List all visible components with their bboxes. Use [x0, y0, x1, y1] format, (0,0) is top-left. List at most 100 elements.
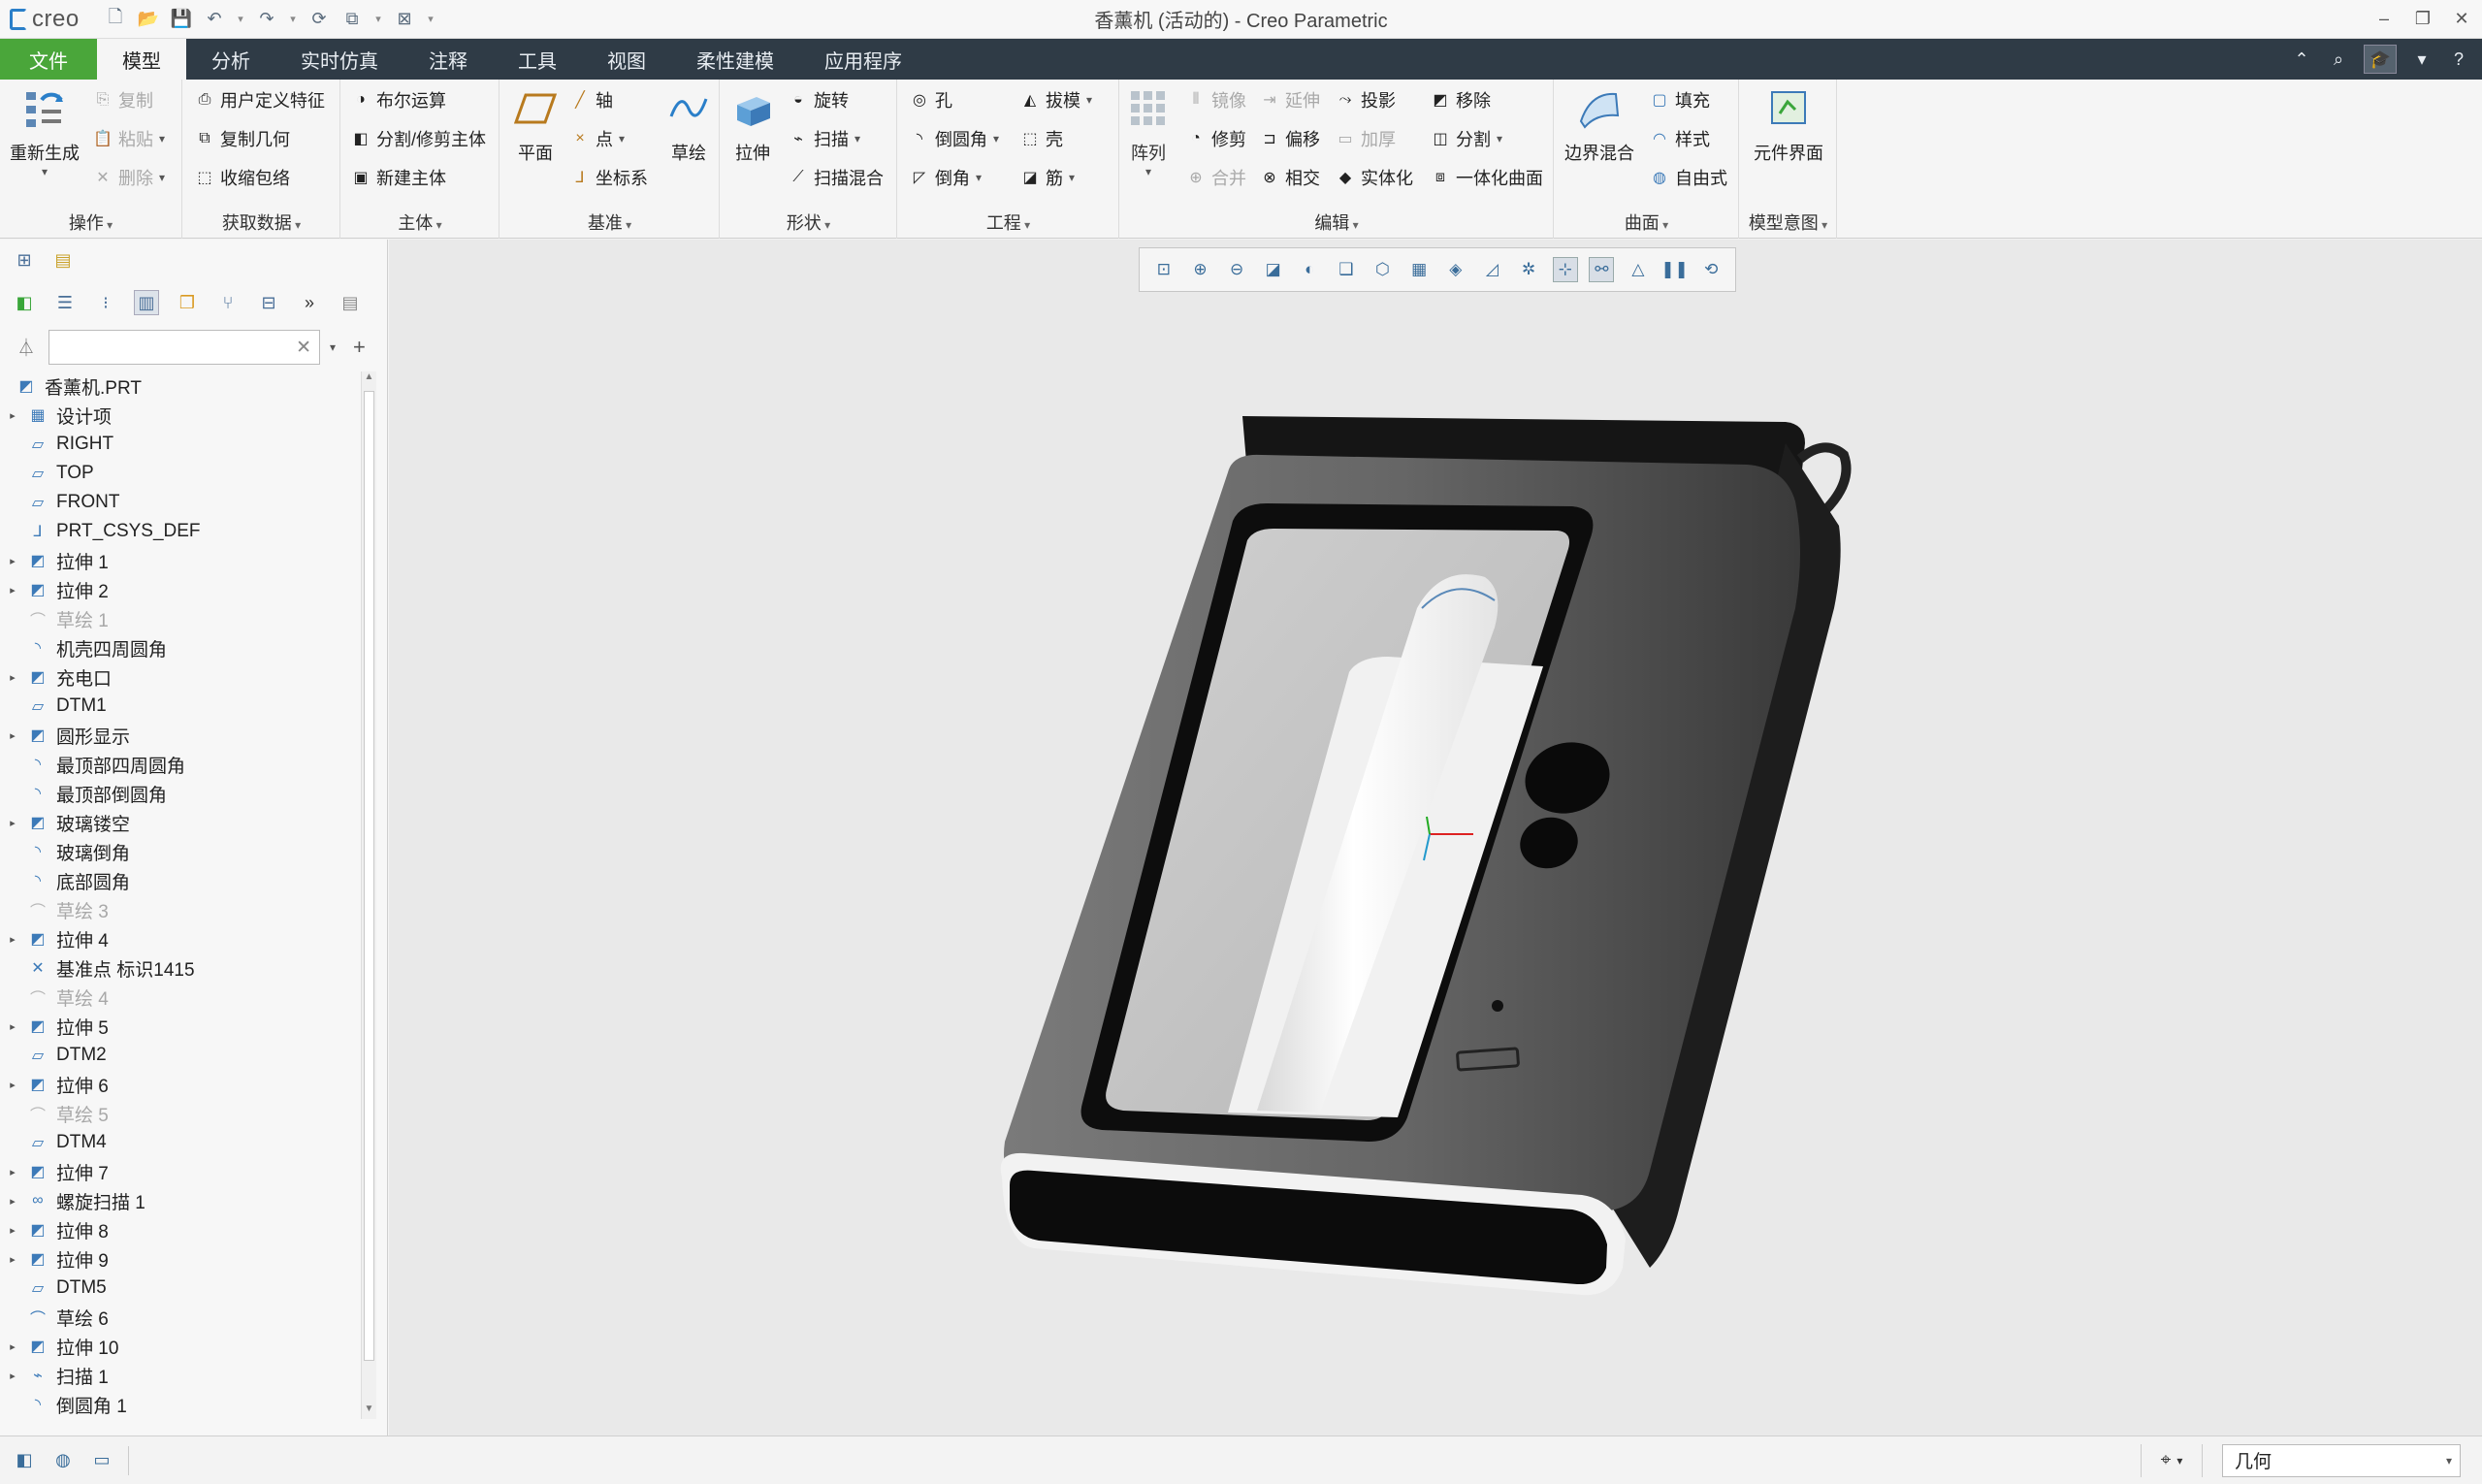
model-tree-tab-icon[interactable]: ⊞: [12, 247, 37, 273]
tree-item[interactable]: ◝ 底部圆角: [0, 866, 361, 895]
tree-item[interactable]: ▸ ▦ 设计项: [0, 401, 361, 430]
selection-filter-select[interactable]: 几何 ▾: [2222, 1443, 2461, 1477]
expand-arrow-icon[interactable]: ▸: [0, 409, 25, 422]
group-title-body[interactable]: 主体: [341, 210, 499, 235]
extrude-button[interactable]: 拉伸: [726, 85, 779, 165]
expand-arrow-icon[interactable]: ▸: [0, 671, 25, 684]
delete-button[interactable]: ✕ 删除: [91, 165, 165, 190]
boolean-button[interactable]: ◑ 布尔运算: [349, 87, 446, 113]
undo-dropdown-icon[interactable]: ▾: [234, 6, 247, 33]
expand-arrow-icon[interactable]: ▸: [0, 1370, 25, 1382]
extend-button[interactable]: ⇥ 延伸: [1258, 87, 1320, 113]
more-tools-icon[interactable]: »: [297, 290, 322, 315]
tree-item[interactable]: ▱ DTM5: [0, 1274, 361, 1303]
undo-icon[interactable]: ↶: [201, 6, 228, 33]
tree-scrollbar[interactable]: ▲ ▼: [361, 371, 376, 1419]
scroll-up-icon[interactable]: ▲: [362, 371, 376, 387]
tab-tools[interactable]: 工具: [493, 39, 582, 80]
boundary-blend-button[interactable]: 边界混合: [1559, 85, 1640, 165]
windows-icon[interactable]: ⧉: [338, 6, 366, 33]
tab-live-simulation[interactable]: 实时仿真: [275, 39, 403, 80]
tree-search-input[interactable]: ✕: [48, 330, 320, 365]
tree-outline-icon[interactable]: ⁝: [93, 290, 118, 315]
plane-button[interactable]: 平面: [510, 85, 561, 165]
tab-view[interactable]: 视图: [582, 39, 671, 80]
help-icon[interactable]: ?: [2447, 49, 2470, 70]
paste-button[interactable]: 📋 粘贴: [91, 126, 165, 151]
redo-dropdown-icon[interactable]: ▾: [286, 6, 300, 33]
tab-file[interactable]: 文件: [0, 39, 97, 80]
expand-arrow-icon[interactable]: ▸: [0, 1253, 25, 1266]
tree-item[interactable]: ⌒ 草绘 4: [0, 983, 361, 1012]
search-icon[interactable]: ⌕: [2327, 49, 2350, 70]
collapse-ribbon-icon[interactable]: ⌃: [2290, 49, 2313, 70]
pattern-dropdown-icon[interactable]: ▾: [1145, 165, 1151, 178]
component-interface-button[interactable]: 元件界面: [1744, 85, 1833, 165]
tab-applications[interactable]: 应用程序: [799, 39, 927, 80]
copy-button[interactable]: ⎘ 复制: [91, 87, 153, 113]
tree-item[interactable]: ▸ ◩ 充电口: [0, 662, 361, 692]
tree-item[interactable]: ⌒ 草绘 3: [0, 895, 361, 924]
tree-notes-icon[interactable]: ▤: [338, 290, 363, 315]
new-file-icon[interactable]: 🗋: [102, 6, 129, 33]
tree-settings-icon[interactable]: ⊟: [256, 290, 281, 315]
sweep-button[interactable]: ⌁ 扫描: [787, 126, 860, 151]
tree-item[interactable]: ▸ ◩ 拉伸 2: [0, 575, 361, 604]
expand-arrow-icon[interactable]: ▸: [0, 729, 25, 742]
expand-arrow-icon[interactable]: ▸: [0, 933, 25, 946]
full-screen-icon[interactable]: ▭: [87, 1446, 116, 1475]
trim-button[interactable]: ◔ 修剪: [1184, 126, 1246, 151]
remove-button[interactable]: ◩ 移除: [1429, 87, 1491, 113]
offset-button[interactable]: ⊐ 偏移: [1258, 126, 1320, 151]
pattern-button[interactable]: 阵列 ▾: [1122, 85, 1175, 178]
expand-arrow-icon[interactable]: ▸: [0, 1224, 25, 1237]
split-button[interactable]: ◫ 分割: [1429, 126, 1502, 151]
merge-button[interactable]: ⊕ 合并: [1184, 165, 1246, 190]
tree-item[interactable]: ◝ 最顶部倒圆角: [0, 779, 361, 808]
group-title-surfaces[interactable]: 曲面: [1555, 210, 1738, 235]
expand-arrow-icon[interactable]: ▸: [0, 1340, 25, 1353]
learning-connector-icon[interactable]: 🎓: [2364, 45, 2397, 74]
group-title-datum[interactable]: 基准: [500, 210, 719, 235]
tree-columns-icon[interactable]: ▥: [134, 290, 159, 315]
expand-arrow-icon[interactable]: ▸: [0, 1079, 25, 1091]
style-button[interactable]: ◠ 样式: [1648, 126, 1710, 151]
tree-item[interactable]: ▸ ◩ 圆形显示: [0, 721, 361, 750]
sketch-button[interactable]: 草绘: [663, 85, 714, 165]
unify-surface-button[interactable]: ⧈ 一体化曲面: [1429, 165, 1543, 190]
tree-item[interactable]: ▸ ◩ 拉伸 7: [0, 1157, 361, 1186]
tree-item[interactable]: ▱ TOP: [0, 459, 361, 488]
save-icon[interactable]: 💾: [168, 6, 195, 33]
tab-flexible-modeling[interactable]: 柔性建模: [671, 39, 799, 80]
regenerate-button[interactable]: 重新生成 ▾: [6, 85, 83, 178]
tree-item[interactable]: ▸ ◩ 拉伸 1: [0, 546, 361, 575]
tab-annotate[interactable]: 注释: [403, 39, 493, 80]
fill-button[interactable]: ▢ 填充: [1648, 87, 1710, 113]
tree-item[interactable]: ▸ ◩ 拉伸 5: [0, 1012, 361, 1041]
shell-button[interactable]: ⬚ 壳: [1018, 126, 1063, 151]
hole-button[interactable]: ◎ 孔: [908, 87, 952, 113]
search-dropdown-icon[interactable]: ▾: [330, 340, 336, 354]
split-trim-body-button[interactable]: ◧ 分割/修剪主体: [349, 126, 486, 151]
expand-arrow-icon[interactable]: ▸: [0, 1166, 25, 1178]
shrinkwrap-button[interactable]: ⬚ 收缩包络: [193, 165, 290, 190]
rib-button[interactable]: ◪ 筋: [1018, 165, 1075, 190]
toggle-browser-icon[interactable]: ◍: [48, 1446, 78, 1475]
mirror-button[interactable]: ⫴ 镜像: [1184, 87, 1246, 113]
close-button[interactable]: ✕: [2451, 4, 2472, 33]
revolve-button[interactable]: ◒ 旋转: [787, 87, 849, 113]
windows-dropdown-icon[interactable]: ▾: [371, 6, 385, 33]
open-folder-icon[interactable]: 📂: [135, 6, 162, 33]
tree-item[interactable]: ▱ DTM4: [0, 1128, 361, 1157]
group-title-operations[interactable]: 操作: [0, 210, 181, 235]
thicken-button[interactable]: ▭ 加厚: [1334, 126, 1396, 151]
regenerate-dropdown-icon[interactable]: ▾: [42, 165, 48, 178]
expand-arrow-icon[interactable]: ▸: [0, 1020, 25, 1033]
udf-button[interactable]: ⎙ 用户定义特征: [193, 87, 325, 113]
group-title-model-intent[interactable]: 模型意图: [1740, 210, 1836, 235]
group-title-engineering[interactable]: 工程: [898, 210, 1118, 235]
toggle-navigator-icon[interactable]: ◧: [10, 1446, 39, 1475]
tree-item[interactable]: ▸ ◩ 拉伸 8: [0, 1215, 361, 1244]
tree-item[interactable]: ▸ ◩ 拉伸 4: [0, 924, 361, 953]
show-bodies-icon[interactable]: ◧: [12, 290, 37, 315]
